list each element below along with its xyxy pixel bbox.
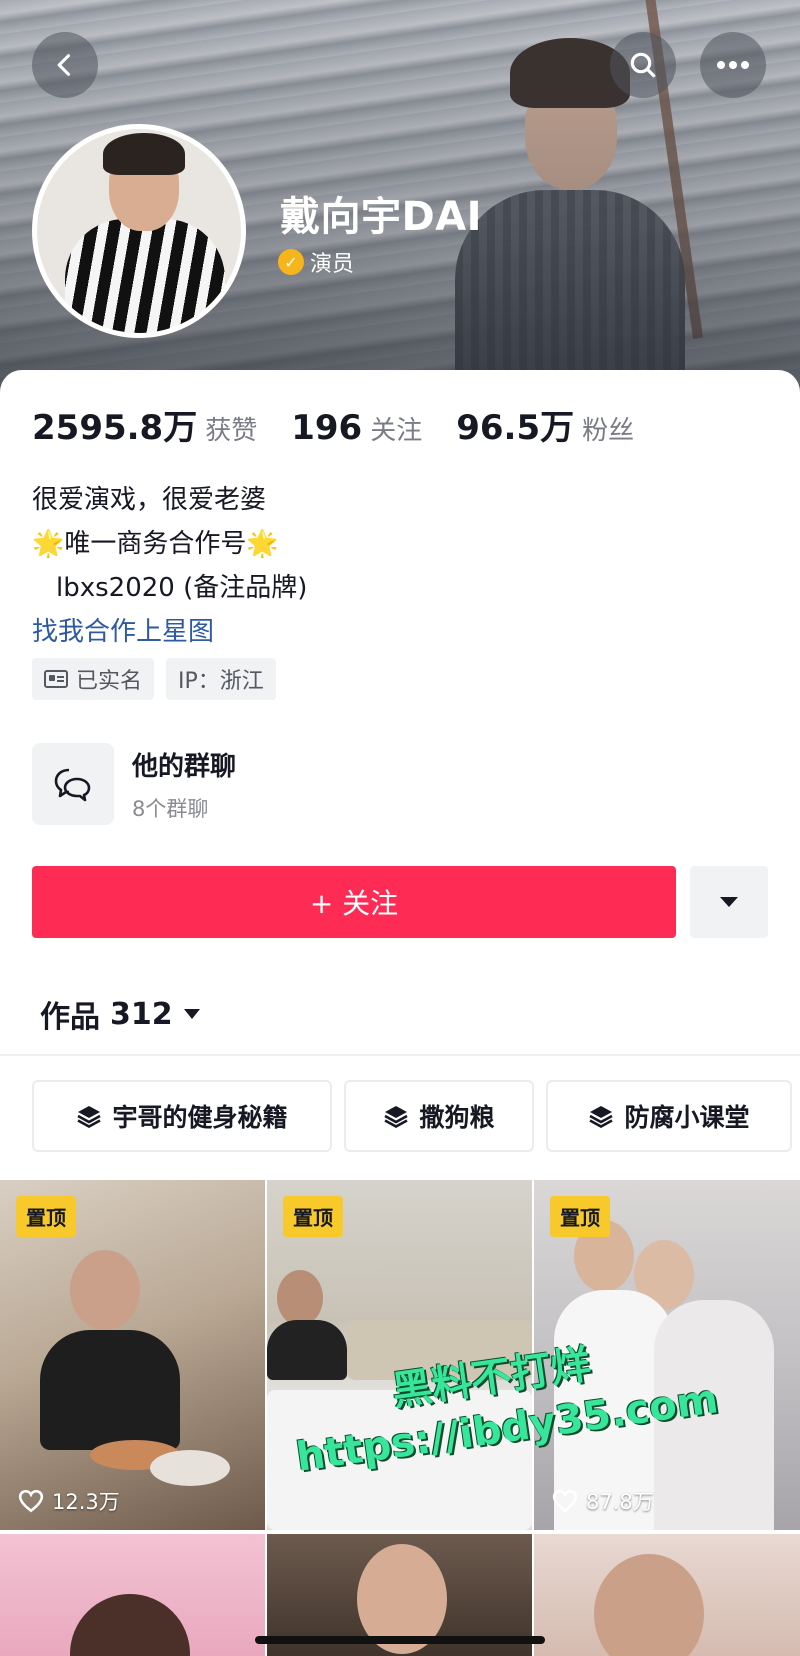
bio-line-1: 很爱演戏，很爱老婆 [32, 485, 267, 515]
star-icon: 🌟 [246, 529, 279, 559]
home-indicator[interactable] [255, 1636, 545, 1644]
more-dots-icon [717, 61, 749, 69]
stat-likes-label: 获赞 [205, 416, 258, 446]
bio-line-2: 🌟唯一商务合作号🌟 [32, 529, 279, 559]
collection-label: 撒狗粮 [419, 1103, 495, 1132]
heart-icon [18, 1489, 44, 1513]
stat-likes-value: 2595.8万 [32, 408, 198, 448]
verified-check-icon: ✓ [278, 249, 304, 275]
stats-row: 2595.8万 获赞 196 关注 96.5万 粉丝 [32, 400, 668, 449]
stat-followers-value: 96.5万 [456, 408, 575, 448]
star-map-link[interactable]: 找我合作上星图 [32, 610, 307, 654]
ip-tag: IP：浙江 [166, 658, 276, 700]
recommend-dropdown-button[interactable] [690, 866, 768, 938]
search-button[interactable] [610, 32, 676, 98]
more-button[interactable] [700, 32, 766, 98]
collection-pda[interactable]: 撒狗粮 [344, 1080, 534, 1152]
video-likes-count: 12.3万 [52, 1490, 120, 1514]
group-chat-subtitle: 8个群聊 [132, 796, 209, 821]
pinned-badge: 置顶 [550, 1196, 610, 1237]
pinned-badge: 置顶 [283, 1196, 343, 1237]
chevron-left-icon [57, 54, 71, 76]
collections-row: 宇哥的健身秘籍 撒狗粮 防腐小课堂 [32, 1080, 792, 1152]
collection-label: 宇哥的健身秘籍 [112, 1103, 288, 1132]
group-chat-title: 他的群聊 [132, 751, 237, 782]
heart-icon [552, 1489, 578, 1513]
verify-label: 演员 [310, 252, 355, 277]
collection-fitness[interactable]: 宇哥的健身秘籍 [32, 1080, 332, 1152]
realname-label: 已实名 [76, 669, 143, 694]
bio-line-3: lbxs2020 (备注品牌) [56, 573, 308, 603]
nickname: 戴向宇DAI [280, 194, 483, 240]
chat-bubbles-icon [32, 743, 114, 825]
stat-following-label: 关注 [370, 416, 423, 446]
caret-down-icon [720, 897, 738, 907]
collection-anti-fraud[interactable]: 防腐小课堂 [546, 1080, 792, 1152]
stack-layers-icon [384, 1106, 409, 1128]
video-tile[interactable]: 置顶 87.8万 [534, 1180, 800, 1530]
caret-down-icon [183, 1009, 200, 1019]
stack-layers-icon [77, 1106, 102, 1128]
follow-button[interactable]: + 关注 [32, 866, 676, 938]
star-icon: 🌟 [32, 529, 65, 559]
divider [0, 1054, 800, 1056]
video-tile[interactable]: 置顶 12.3万 [0, 1180, 265, 1530]
video-tile[interactable] [534, 1534, 800, 1656]
stat-followers-label: 粉丝 [582, 416, 635, 446]
video-tile[interactable] [0, 1534, 265, 1656]
collection-label: 防腐小课堂 [624, 1103, 750, 1132]
verification: ✓ 演员 [278, 246, 354, 278]
stat-followers[interactable]: 96.5万 粉丝 [456, 400, 634, 449]
profile-tags: 已实名 IP：浙江 [32, 658, 276, 700]
video-tile[interactable]: 置顶 [267, 1180, 532, 1530]
group-chat-entry[interactable]: 他的群聊 8个群聊 [32, 742, 768, 826]
stat-following[interactable]: 196 关注 [291, 408, 422, 448]
id-card-icon [44, 670, 68, 688]
video-likes: 87.8万 [552, 1486, 654, 1516]
video-grid: 置顶 12.3万 置顶 置顶 87.8万 [0, 1180, 800, 1656]
pinned-badge: 置顶 [16, 1196, 76, 1237]
back-button[interactable] [32, 32, 98, 98]
stat-likes[interactable]: 2595.8万 获赞 [32, 400, 257, 449]
tab-works[interactable]: 作品 312 [40, 992, 201, 1036]
video-likes: 12.3万 [18, 1486, 120, 1516]
stack-layers-icon [589, 1106, 614, 1128]
works-count: 312 [110, 996, 173, 1032]
stat-following-value: 196 [291, 408, 363, 448]
bio: 很爱演戏，很爱老婆 🌟唯一商务合作号🌟 lbxs2020 (备注品牌) 找我合作… [32, 478, 307, 654]
realname-tag: 已实名 [32, 658, 155, 700]
search-icon [630, 52, 656, 78]
works-label: 作品 [40, 1000, 100, 1035]
avatar[interactable] [32, 124, 246, 338]
video-likes-count: 87.8万 [586, 1490, 654, 1514]
